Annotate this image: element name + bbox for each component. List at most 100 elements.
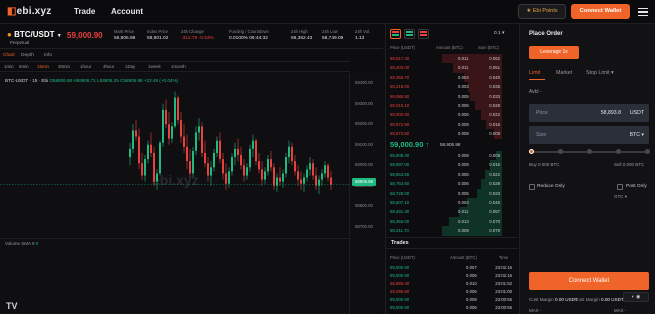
timeframe-1min[interactable]: 1min xyxy=(4,64,14,69)
ask-amount: 0.004 xyxy=(458,74,469,80)
ticker-stat-value: 58,749.09 xyxy=(322,36,344,41)
price-tick: 59000.00 xyxy=(355,162,373,168)
candle xyxy=(207,157,209,182)
bid-row[interactable]: 58,863.60 0.006 0.022 xyxy=(386,169,502,180)
slider-step-dot[interactable] xyxy=(616,149,621,154)
support-chat-icon[interactable]: ◐ ◉ xyxy=(623,292,649,302)
reduce-only-checkbox[interactable] xyxy=(529,184,535,190)
bid-amount: 0.013 xyxy=(458,218,469,224)
ask-row[interactable]: 59,000.90 0.006 0.022 xyxy=(386,110,502,120)
size-input[interactable]: Size BTC ▾ xyxy=(529,126,649,144)
ask-sum: 0.040 xyxy=(489,74,500,80)
ask-price: 59,218.00 xyxy=(390,84,410,90)
timeframe-1month[interactable]: 1month xyxy=(171,64,186,69)
slider-step-dot[interactable] xyxy=(529,149,534,154)
ask-row[interactable]: 58,972.90 0.008 0.016 xyxy=(386,119,502,130)
price-input[interactable]: Price 58,893.8 USDT xyxy=(529,104,649,122)
leverage-button[interactable]: Leverage 1x xyxy=(529,46,579,59)
ask-row[interactable]: 59,015.10 0.006 0.028 xyxy=(386,101,502,111)
ask-row[interactable]: 59,085.50 0.005 0.033 xyxy=(386,91,502,101)
slider-step-dot[interactable] xyxy=(587,149,592,154)
trade-amount: 0.006 xyxy=(466,273,477,278)
bid-row[interactable]: 58,908.30 0.008 0.008 xyxy=(386,151,502,161)
ask-row[interactable]: 59,517.40 0.011 0.062 xyxy=(386,54,502,64)
bid-row[interactable]: 58,607.10 0.004 0.046 xyxy=(386,198,502,208)
timeframe-15min[interactable]: 15min xyxy=(37,64,49,69)
timeframe-30min[interactable]: 30min xyxy=(58,64,70,69)
nav-account[interactable]: Account xyxy=(111,7,143,16)
hamburger-menu-icon[interactable] xyxy=(638,8,648,16)
candle xyxy=(315,167,317,190)
trade-amount: 0.006 xyxy=(466,289,477,294)
nav-trade[interactable]: Trade xyxy=(74,7,95,16)
ebi-points-button[interactable]: ★ Ebi Points xyxy=(518,4,566,19)
candle xyxy=(276,173,278,192)
current-price-tag: 58905.98 xyxy=(352,178,376,186)
reduce-only-label: Reduce Only xyxy=(537,184,565,189)
bid-row[interactable]: 58,491.30 0.011 0.057 xyxy=(386,207,502,217)
timeframe-1week[interactable]: 1week xyxy=(148,64,161,69)
tradingview-logo[interactable]: TV xyxy=(6,301,18,311)
candle xyxy=(132,124,134,153)
candle xyxy=(216,136,218,158)
brand-logo[interactable]: ◧ebi.xyz xyxy=(7,6,51,17)
bid-price: 58,908.30 xyxy=(390,153,410,158)
order-type-market[interactable]: Market xyxy=(556,70,572,76)
slider-step-dot[interactable] xyxy=(558,149,563,154)
candle xyxy=(300,171,302,190)
tab-chart[interactable]: Chart xyxy=(3,53,15,58)
candle xyxy=(252,134,254,158)
bid-amount: 0.011 xyxy=(458,209,469,215)
timeframe-1hour[interactable]: 1hour xyxy=(80,64,91,69)
connect-wallet-button[interactable]: Connect Wallet xyxy=(571,4,630,19)
order-type-stop-limit[interactable]: Stop Limit ▾ xyxy=(586,70,614,76)
bid-row[interactable]: 58,728.00 0.005 0.033 xyxy=(386,188,502,198)
timeframe-4hour[interactable]: 4hour xyxy=(103,64,114,69)
ask-row[interactable]: 59,218.00 0.003 0.035 xyxy=(386,82,502,92)
panel-connect-wallet-button[interactable]: Connect Wallet xyxy=(529,272,649,290)
trade-price: 59,000.90 xyxy=(390,273,410,278)
bid-row[interactable]: 58,897.00 0.008 0.016 xyxy=(386,160,502,170)
tab-depth[interactable]: Depth xyxy=(21,53,34,58)
bid-row[interactable]: 58,211.70 0.009 0.079 xyxy=(386,226,502,236)
mid-price: 59,000.90 ↑ xyxy=(390,140,430,149)
candle xyxy=(171,122,173,143)
ticker-stat-label: Funding / Countdown xyxy=(229,29,269,34)
cost-margin-sell: Cost Margin 0.00 USDT xyxy=(575,297,624,302)
post-only-checkbox[interactable] xyxy=(617,184,623,190)
tab-info[interactable]: Info xyxy=(44,53,52,58)
candle xyxy=(222,152,224,180)
bid-amount: 0.008 xyxy=(458,153,469,158)
candle xyxy=(237,138,239,162)
ticker-stat: Funding / Countdown 0.0100% 06:44:32 xyxy=(229,29,269,41)
slider-step-dot[interactable] xyxy=(645,149,650,154)
book-bids-icon[interactable] xyxy=(404,29,415,39)
ask-row[interactable]: 59,403.00 0.011 0.051 xyxy=(386,63,502,73)
ticker-stat: 24h High 59,352.43 xyxy=(291,29,312,41)
volume-label: Volume SMA 9 0 xyxy=(5,241,39,246)
size-unit-select[interactable]: BTC ▾ xyxy=(630,132,644,138)
timeframe-1Day[interactable]: 1Day xyxy=(125,64,135,69)
candle xyxy=(177,95,179,125)
candle xyxy=(234,142,236,166)
pair-selector[interactable]: ● BTC/USDT ▼ xyxy=(7,30,62,39)
candle xyxy=(129,142,131,166)
ticker-stat-value: 58,901.02 xyxy=(147,36,169,41)
candle xyxy=(141,152,143,180)
trades-header-amount: Amount (BTC) xyxy=(450,255,477,260)
candle xyxy=(210,161,212,186)
book-both-icon[interactable] xyxy=(390,29,401,39)
candle xyxy=(219,132,221,164)
cost-margin-buy: Cost Margin 0.00 USDT xyxy=(529,297,578,302)
ask-row[interactable]: 59,355.70 0.004 0.040 xyxy=(386,72,502,83)
price-tick: 59200.00 xyxy=(355,121,373,127)
ask-amount: 0.011 xyxy=(458,65,469,71)
timeframe-5min[interactable]: 5min xyxy=(19,64,29,69)
order-type-limit[interactable]: Limit xyxy=(529,70,540,76)
ask-row[interactable]: 58,873.80 0.008 0.008 xyxy=(386,129,502,139)
bid-row[interactable]: 58,763.60 0.006 0.028 xyxy=(386,179,502,189)
bid-row[interactable]: 58,356.00 0.013 0.070 xyxy=(386,216,502,227)
grouping-select[interactable]: 0.1 ▾ xyxy=(494,31,504,36)
book-asks-icon[interactable] xyxy=(418,29,429,39)
time-in-force-select[interactable]: GTC ▾ xyxy=(614,194,627,200)
